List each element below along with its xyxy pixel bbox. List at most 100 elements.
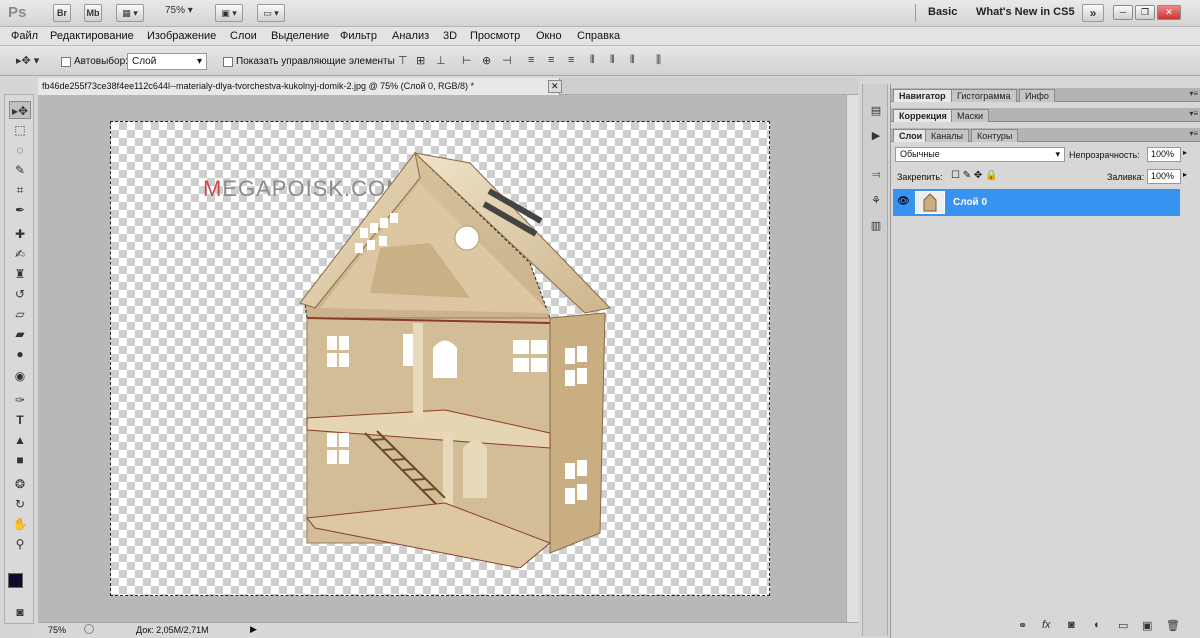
fx-icon[interactable]: fx bbox=[1042, 619, 1051, 631]
tab-histogram[interactable]: Гистограмма bbox=[951, 89, 1017, 102]
layer-name[interactable]: Слой 0 bbox=[953, 197, 987, 208]
delete-layer-icon[interactable]: 🗑 bbox=[1166, 619, 1180, 632]
menu-file[interactable]: Файл bbox=[11, 30, 38, 42]
panel-menu-icon[interactable]: ▾≡ bbox=[1189, 109, 1198, 118]
move-tool-icon[interactable]: ▸✥ bbox=[9, 101, 31, 119]
tab-paths[interactable]: Контуры bbox=[971, 129, 1019, 142]
marquee-tool-icon[interactable]: ⬚ bbox=[9, 121, 31, 139]
move-tool-preset-icon[interactable]: ▸✥ ▾ bbox=[16, 54, 39, 67]
tab-masks[interactable]: Маски bbox=[951, 109, 990, 122]
view-extras-button[interactable]: ▦ ▾ bbox=[116, 4, 144, 22]
align-vcenter-icon[interactable]: ⊞ bbox=[416, 54, 425, 67]
panel-icon-actions[interactable]: ▶ bbox=[867, 129, 885, 145]
menu-3d[interactable]: 3D bbox=[443, 30, 457, 42]
crop-tool-icon[interactable]: ⌗ bbox=[9, 181, 31, 199]
menu-window[interactable]: Окно bbox=[536, 30, 562, 42]
bridge-button[interactable]: Br bbox=[53, 4, 71, 22]
quick-select-tool-icon[interactable]: ✎ bbox=[9, 161, 31, 179]
autoselect-dropdown[interactable]: Слой ▾ bbox=[127, 53, 207, 70]
menu-image[interactable]: Изображение bbox=[147, 30, 216, 42]
status-share-icon[interactable] bbox=[84, 624, 94, 634]
hand-tool-icon[interactable]: ✋ bbox=[9, 515, 31, 533]
type-tool-icon[interactable]: T bbox=[9, 411, 31, 429]
screen-mode-button[interactable]: ▭ ▾ bbox=[257, 4, 285, 22]
status-zoom[interactable]: 75% bbox=[48, 625, 66, 635]
distribute-right-icon[interactable]: ⫴ bbox=[630, 54, 635, 67]
menu-help[interactable]: Справка bbox=[577, 30, 620, 42]
align-left-icon[interactable]: ⊢ bbox=[462, 54, 472, 67]
eraser-tool-icon[interactable]: ▱ bbox=[9, 305, 31, 323]
menu-analysis[interactable]: Анализ bbox=[392, 30, 429, 42]
adjustment-layer-icon[interactable]: ◐ bbox=[1094, 619, 1101, 631]
menu-select[interactable]: Выделение bbox=[271, 30, 329, 42]
3d-rotate-tool-icon[interactable]: ❂ bbox=[9, 475, 31, 493]
fill-arrow-icon[interactable]: ▸ bbox=[1183, 170, 1187, 179]
align-right-icon[interactable]: ⊣ bbox=[502, 54, 512, 67]
show-controls-checkbox[interactable] bbox=[223, 57, 233, 67]
menu-layers[interactable]: Слои bbox=[230, 30, 257, 42]
panel-icon-brush[interactable]: ⫤ bbox=[867, 169, 885, 185]
foreground-color-swatch[interactable] bbox=[8, 573, 23, 588]
align-top-icon[interactable]: ⊤ bbox=[398, 54, 408, 67]
blur-tool-icon[interactable]: ● bbox=[9, 345, 31, 363]
blend-mode-dropdown[interactable]: Обычные ▾ bbox=[895, 147, 1065, 162]
distribute-hcenter-icon[interactable]: ⫴ bbox=[610, 54, 615, 67]
align-hcenter-icon[interactable]: ⊕ bbox=[482, 54, 491, 67]
pen-tool-icon[interactable]: ✑ bbox=[9, 391, 31, 409]
workspace-whats-new[interactable]: What's New in CS5 bbox=[976, 6, 1075, 18]
eyedropper-tool-icon[interactable]: ✒ bbox=[9, 201, 31, 219]
restore-button[interactable]: ❐ bbox=[1135, 5, 1155, 20]
align-bottom-icon[interactable]: ⊥ bbox=[436, 54, 446, 67]
panel-icon-clone[interactable]: ⚘ bbox=[867, 194, 885, 210]
add-mask-icon[interactable]: ◙ bbox=[1068, 619, 1075, 631]
quick-mask-icon[interactable]: ◙ bbox=[9, 603, 31, 621]
distribute-vcenter-icon[interactable]: ≡ bbox=[548, 54, 554, 66]
new-layer-icon[interactable]: ▣ bbox=[1142, 619, 1152, 632]
dodge-tool-icon[interactable]: ◉ bbox=[9, 367, 31, 385]
menu-edit[interactable]: Редактирование bbox=[50, 30, 134, 42]
tab-adjustments[interactable]: Коррекция bbox=[893, 109, 953, 122]
3d-orbit-tool-icon[interactable]: ↻ bbox=[9, 495, 31, 513]
distribute-left-icon[interactable]: ⫴ bbox=[590, 54, 595, 67]
arrange-documents-button[interactable]: ▣ ▾ bbox=[215, 4, 243, 22]
tab-channels[interactable]: Каналы bbox=[925, 129, 969, 142]
path-select-tool-icon[interactable]: ▲ bbox=[9, 431, 31, 449]
healing-brush-tool-icon[interactable]: ✚ bbox=[9, 225, 31, 243]
link-layers-icon[interactable]: ⚭ bbox=[1018, 619, 1027, 632]
layer-row[interactable]: 👁 Слой 0 bbox=[893, 189, 1180, 216]
tab-info[interactable]: Инфо bbox=[1019, 89, 1055, 102]
fill-input[interactable]: 100% bbox=[1147, 169, 1181, 184]
more-workspaces-button[interactable]: » bbox=[1082, 4, 1104, 22]
panel-menu-icon[interactable]: ▾≡ bbox=[1189, 129, 1198, 138]
new-group-icon[interactable]: ▭ bbox=[1118, 619, 1128, 632]
zoom-dropdown[interactable]: 75% ▾ bbox=[165, 5, 193, 16]
distribute-bottom-icon[interactable]: ≡ bbox=[568, 54, 574, 66]
status-menu-arrow[interactable]: ▶ bbox=[250, 624, 257, 635]
brush-tool-icon[interactable]: ✍ bbox=[9, 245, 31, 263]
shape-tool-icon[interactable]: ■ bbox=[9, 451, 31, 469]
distribute-top-icon[interactable]: ≡ bbox=[528, 54, 534, 66]
autoselect-checkbox[interactable] bbox=[61, 57, 71, 67]
menu-view[interactable]: Просмотр bbox=[470, 30, 520, 42]
lock-icons[interactable]: ☐ ✎ ✥ 🔒 bbox=[951, 170, 998, 181]
zoom-tool-icon[interactable]: ⚲ bbox=[9, 535, 31, 553]
auto-align-icon[interactable]: ⫼ bbox=[656, 54, 661, 67]
gradient-tool-icon[interactable]: ▰ bbox=[9, 325, 31, 343]
stamp-tool-icon[interactable]: ♜ bbox=[9, 265, 31, 283]
vertical-scrollbar[interactable] bbox=[846, 95, 858, 622]
visibility-eye-icon[interactable]: 👁 bbox=[897, 196, 910, 207]
panel-icon-tools[interactable]: ▥ bbox=[867, 219, 885, 235]
mini-bridge-button[interactable]: Mb bbox=[84, 4, 102, 22]
panel-icon-history[interactable]: ▤ bbox=[867, 104, 885, 120]
workspace-basic[interactable]: Basic bbox=[928, 6, 957, 18]
close-tab-icon[interactable]: ✕ bbox=[548, 80, 562, 93]
tab-layers[interactable]: Слои bbox=[893, 129, 929, 142]
opacity-input[interactable]: 100% bbox=[1147, 147, 1181, 162]
tab-navigator[interactable]: Навигатор bbox=[893, 89, 952, 102]
lasso-tool-icon[interactable]: ◌ bbox=[9, 141, 31, 159]
minimize-button[interactable]: ─ bbox=[1113, 5, 1133, 20]
document-tab[interactable]: fb46de255f73ce38f4ee112c644l--materialy-… bbox=[38, 78, 560, 95]
panel-menu-icon[interactable]: ▾≡ bbox=[1189, 89, 1198, 98]
history-brush-tool-icon[interactable]: ↺ bbox=[9, 285, 31, 303]
opacity-arrow-icon[interactable]: ▸ bbox=[1183, 148, 1187, 157]
